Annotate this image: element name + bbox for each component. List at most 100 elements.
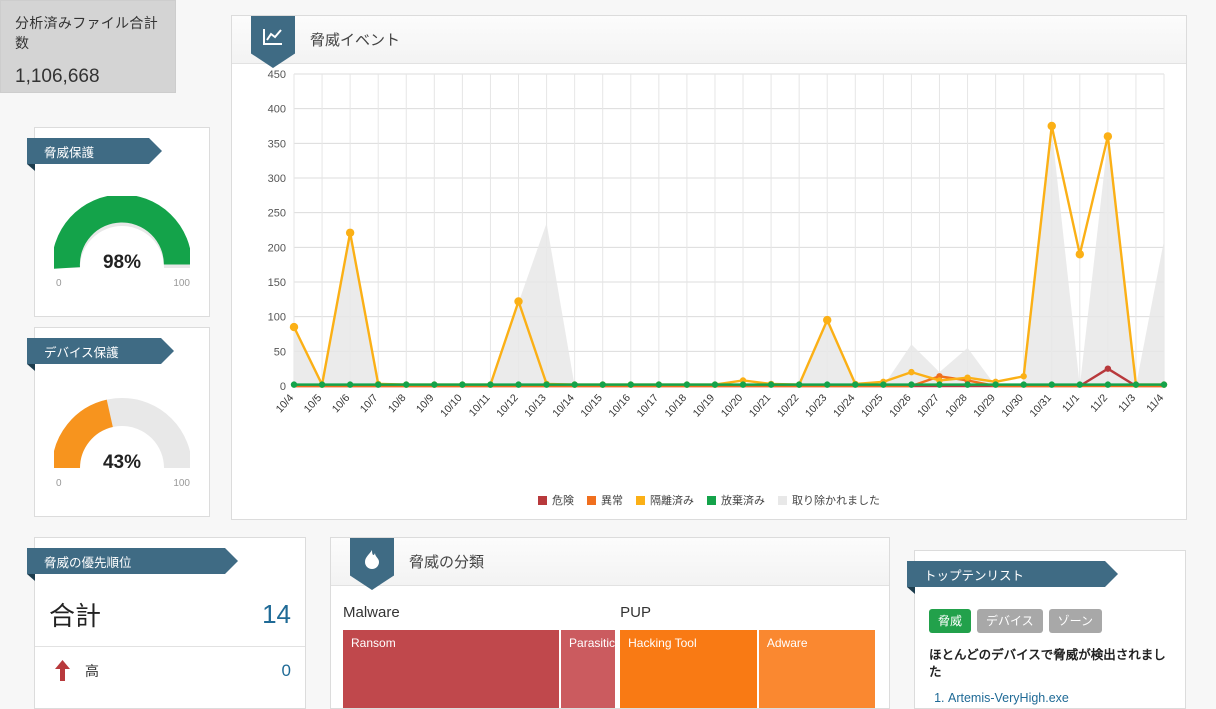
threat-classification-header: 脅威の分類: [331, 538, 889, 590]
legend-label: 取り除かれました: [792, 495, 880, 507]
svg-text:300: 300: [268, 173, 286, 185]
legend-item-3[interactable]: 隔離済み: [636, 492, 694, 508]
legend-item-4[interactable]: 放棄済み: [707, 492, 765, 508]
treemap-cell[interactable]: Adware: [758, 630, 875, 708]
arrow-up-icon: [49, 659, 75, 682]
threat-protection-gauge-panel: 脅威保護 0 100 98%: [27, 127, 210, 318]
threat-priority-row-high[interactable]: 高 0: [35, 647, 305, 694]
top-ten-body: 脅威デバイスゾーン ほとんどのデバイスで脅威が検出されました Artemis-V…: [915, 595, 1185, 708]
svg-text:10/4: 10/4: [274, 392, 297, 415]
total-files-value: 1,106,668: [15, 66, 100, 87]
legend-item-1[interactable]: 危険: [538, 492, 574, 508]
svg-text:150: 150: [268, 277, 286, 289]
threat-classification-panel: 脅威の分類 Malware Ransom Parasitic PUP Hacking T…: [330, 537, 890, 709]
svg-text:10/25: 10/25: [859, 392, 886, 420]
top-ten-title: トップテンリスト: [924, 568, 1025, 583]
threat-priority-row-label: 高: [85, 662, 99, 679]
top-ten-tabs[interactable]: 脅威 デバイス ゾーン: [929, 609, 1171, 633]
flame-icon: [350, 538, 394, 590]
chart-legend: 危険 異常 隔離済み 放棄済み 取り除かれました: [232, 492, 1186, 508]
svg-text:10/28: 10/28: [943, 392, 970, 420]
svg-text:11/4: 11/4: [1144, 392, 1166, 415]
gauge-value-device: 43%: [102, 452, 142, 473]
gauge-value-threat: 98%: [102, 252, 142, 273]
top-ten-items: Artemis-VeryHigh.exe: [929, 689, 1171, 708]
legend-label: 放棄済み: [721, 495, 765, 507]
svg-text:10/12: 10/12: [494, 392, 521, 420]
legend-label: 危険: [552, 495, 574, 507]
top-ten-tab-1[interactable]: 脅威: [929, 609, 972, 633]
svg-text:400: 400: [268, 104, 286, 116]
threat-classification-title: 脅威の分類: [409, 554, 485, 571]
legend-swatch: [707, 495, 716, 505]
gauge-min-device: 0: [56, 478, 62, 489]
svg-text:10/11: 10/11: [467, 392, 493, 419]
legend-swatch: [538, 495, 547, 505]
threat-priority-title: 脅威の優先順位: [44, 555, 132, 570]
svg-text:10/31: 10/31: [1027, 392, 1054, 420]
total-analyzed-files-card: 分析済みファイル合計数 1,106,668: [0, 0, 176, 93]
svg-text:10/19: 10/19: [691, 392, 718, 420]
svg-text:10/24: 10/24: [831, 392, 858, 420]
svg-text:10/13: 10/13: [522, 392, 549, 420]
legend-swatch: [587, 495, 596, 505]
top-ten-list-panel: トップテンリスト 脅威 デバイス ゾーン ほとんどのデバイスで脅威が検出されました …: [907, 550, 1186, 709]
svg-text:50: 50: [274, 346, 286, 358]
svg-text:10/16: 10/16: [607, 392, 634, 420]
svg-text:10/23: 10/23: [803, 392, 830, 420]
top-ten-ribbon: トップテンリスト: [907, 561, 1118, 594]
legend-label: 異常: [601, 495, 623, 507]
threat-priority-panel: 脅威の優先順位 合計 14 高 0: [27, 537, 306, 709]
svg-text:11/2: 11/2: [1088, 392, 1110, 415]
top-ten-subtitle: ほとんどのデバイスで脅威が検出されました: [929, 648, 1166, 679]
svg-text:10/8: 10/8: [386, 392, 409, 415]
threat-classification-treemap[interactable]: Malware Ransom Parasitic PUP Hacking Tool Adw…: [343, 604, 877, 708]
threat-priority-row-value: 0: [281, 660, 291, 680]
svg-text:100: 100: [268, 312, 286, 324]
total-files-label: 分析済みファイル合計数: [15, 15, 158, 51]
treemap-group-label: PUP: [620, 604, 651, 621]
treemap-cell[interactable]: Parasitic: [561, 630, 615, 708]
gauge-max-device: 100: [173, 478, 190, 489]
threat-protection-gauge: 0 100 98%: [35, 168, 209, 318]
svg-text:10/5: 10/5: [302, 392, 325, 415]
threat-events-header: 脅威イベント: [232, 16, 1186, 68]
top-ten-list-item[interactable]: Artemis-VeryHigh.exe: [948, 689, 1171, 708]
svg-text:10/22: 10/22: [775, 392, 802, 420]
svg-text:11/1: 11/1: [1060, 392, 1082, 415]
svg-text:10/6: 10/6: [330, 392, 353, 415]
svg-text:250: 250: [268, 208, 286, 220]
svg-text:10/7: 10/7: [358, 392, 381, 415]
gauge-min-threat: 0: [56, 278, 62, 289]
gauge-max-threat: 100: [173, 278, 190, 289]
svg-text:350: 350: [268, 138, 286, 150]
svg-text:200: 200: [268, 242, 286, 254]
svg-text:10/21: 10/21: [747, 392, 774, 420]
threat-priority-total-label: 合計: [49, 600, 102, 631]
device-protection-gauge-panel: デバイス保護 0 100 43%: [27, 327, 210, 517]
treemap-cell[interactable]: Hacking Tool: [620, 630, 757, 708]
top-ten-tab-3[interactable]: ゾーン: [1048, 609, 1103, 633]
svg-text:10/30: 10/30: [999, 392, 1026, 420]
threat-events-title: 脅威イベント: [310, 32, 401, 49]
treemap-cell[interactable]: Ransom: [343, 630, 560, 708]
svg-text:10/27: 10/27: [915, 392, 942, 420]
svg-text:450: 450: [268, 69, 286, 81]
svg-text:10/14: 10/14: [550, 392, 577, 420]
threat-priority-ribbon: 脅威の優先順位: [27, 548, 238, 581]
threat-protection-ribbon: 脅威保護: [27, 138, 162, 171]
svg-text:0: 0: [280, 381, 286, 393]
device-protection-ribbon: デバイス保護: [27, 338, 174, 371]
svg-text:10/17: 10/17: [635, 392, 662, 420]
legend-swatch: [636, 495, 645, 505]
svg-text:10/26: 10/26: [887, 392, 914, 420]
svg-text:10/9: 10/9: [414, 392, 437, 415]
device-protection-title: デバイス保護: [44, 345, 119, 360]
legend-item-2[interactable]: 異常: [587, 492, 623, 508]
line-chart-icon: [251, 16, 295, 68]
threat-protection-title: 脅威保護: [44, 145, 95, 160]
threat-events-chart[interactable]: 0 50 100 150 200 250 300 350 400 450 10/4 10/5 10/6 1…: [232, 64, 1186, 520]
top-ten-tab-2[interactable]: デバイス: [977, 609, 1043, 633]
legend-item-5[interactable]: 取り除かれました: [778, 492, 880, 508]
svg-text:11/3: 11/3: [1116, 392, 1138, 415]
